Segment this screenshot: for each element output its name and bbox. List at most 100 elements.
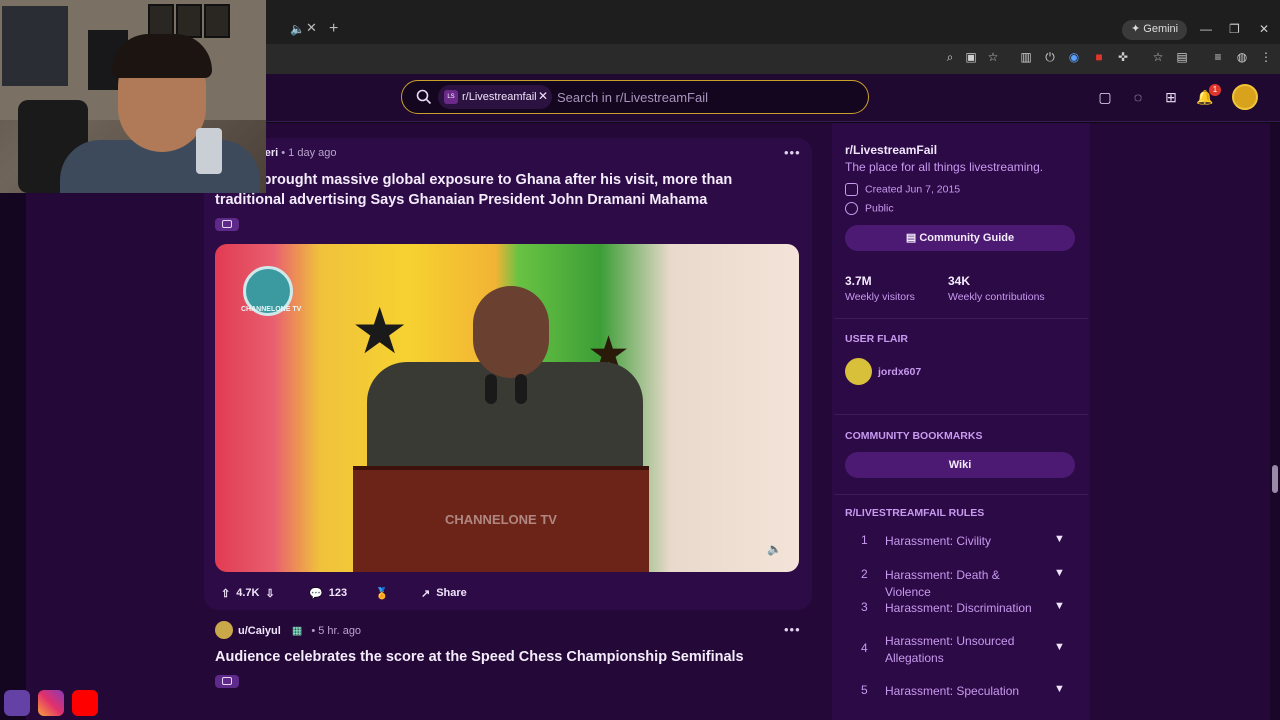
page-scrollbar[interactable] [1270,123,1280,720]
globe-icon [845,202,858,215]
user-flair-icon: ▦ [291,625,303,637]
divider [834,494,1088,495]
search-placeholder: Search in r/LivestreamFail [557,90,708,105]
close-window-icon[interactable]: ✕ [1259,22,1269,36]
chevron-down-icon[interactable]: ▼ [1054,641,1065,653]
webcam-overlay [0,0,266,193]
share-button[interactable]: ↗ Share [421,580,467,606]
community-guide-button[interactable]: ▤ Community Guide [845,225,1075,251]
volume-icon[interactable]: 🔈 [767,542,785,556]
subreddit-chip-label: r/Livestreamfail [462,91,537,103]
create-post-icon[interactable]: ⊞ [1162,88,1180,106]
bookmarks-heading: COMMUNITY BOOKMARKS [845,430,983,442]
twitch-icon [4,690,30,716]
microphone [485,374,497,404]
comment-icon: 💬 [309,587,323,600]
chevron-down-icon[interactable]: ▼ [1054,683,1065,695]
rule-text: Harassment: Speculation [885,684,1020,698]
twitch-icon [222,220,232,228]
notification-badge: 1 [1209,84,1221,96]
chevron-down-icon[interactable]: ▼ [1054,567,1065,579]
user-flair-name[interactable]: jordx607 [878,366,921,378]
rule-number: 2 [861,567,868,581]
post-options-icon[interactable]: ••• [784,145,801,160]
cast-icon[interactable]: ▣ [964,50,978,64]
guide-icon: ▤ [905,232,917,244]
new-tab-button[interactable]: + [329,20,338,38]
award-icon: 🏅 [375,587,389,600]
minimize-icon[interactable]: — [1200,22,1212,36]
advertise-icon[interactable]: ▢ [1096,88,1114,106]
zoom-icon[interactable]: ⌕ [943,50,957,64]
wiki-button[interactable]: Wiki [845,452,1075,478]
post-options-icon[interactable]: ••• [784,622,801,637]
webcam-frame [148,4,174,38]
rule-text: Harassment: Discrimination [885,601,1032,615]
chevron-down-icon[interactable]: ▼ [1054,533,1065,545]
power-icon[interactable]: ⏻ [1043,50,1057,64]
video-player[interactable]: ★ ★ CHANNELONE TV CHANNELONE TV 🔈 [215,244,799,572]
weekly-contributions-value: 34K [948,274,971,288]
rule-text: Harassment: Death & Violence [885,568,1000,599]
user-avatar[interactable] [1232,84,1258,110]
downvote-icon[interactable]: ⇩ [265,587,274,600]
sidepanel-icon[interactable]: ▤ [1175,50,1189,64]
restore-icon[interactable]: ❐ [1229,22,1240,36]
post-time: • 5 hr. ago [311,625,362,637]
rule-item[interactable]: 4 Harassment: Unsourced Allegations ▼ [845,633,1075,667]
subreddit-search-chip[interactable]: LS r/Livestreamfail ✕ [438,85,552,109]
post-title[interactable]: Audience celebrates the score at the Spe… [215,647,795,667]
post-title[interactable]: Speed brought massive global exposure to… [215,170,795,210]
created-date-text: Created Jun 7, 2015 [865,183,961,196]
browser-tab[interactable]: 🔈 ✕ [266,14,324,44]
menu-icon[interactable]: ⋮ [1259,50,1273,64]
award-button[interactable]: 🏅 [375,580,389,606]
rule-text: Harassment: Unsourced Allegations [885,634,1015,665]
speaker-icon[interactable]: 🔈 [290,22,305,36]
post-author[interactable]: u/Caiyul [238,625,281,637]
search-input[interactable]: LS r/Livestreamfail ✕ Search in r/Livest… [401,80,869,114]
bookmark-star-icon[interactable]: ☆ [986,50,1000,64]
puzzle-icon[interactable]: ✜ [1116,50,1130,64]
youtube-icon [72,690,98,716]
rules-heading: R/LIVESTREAMFAIL RULES [845,507,985,519]
extension-icon[interactable]: ▥ [1019,50,1033,64]
chevron-down-icon[interactable]: ▼ [1054,600,1065,612]
weekly-visitors-label: Weekly visitors [845,291,915,303]
profile-icon[interactable]: ◍ [1235,50,1249,64]
rule-number: 5 [861,683,868,697]
rule-number: 3 [861,600,868,614]
post-time: • 1 day ago [281,147,337,159]
vote-count: 4.7K [236,587,260,599]
scrollbar-thumb[interactable] [1272,465,1278,493]
visibility-text: Public [865,202,894,215]
post-meta: geri • 1 day ago [258,147,336,159]
media-icon[interactable]: ≡ [1211,50,1225,64]
rule-number: 4 [861,641,868,655]
twitch-flair [215,675,239,688]
extension-red-icon[interactable]: ■ [1092,50,1106,64]
flag-star-icon: ★ [351,295,409,367]
upvote-icon[interactable]: ⇧ [221,587,230,600]
gemini-button[interactable]: ✦ Gemini [1122,20,1188,40]
speaker-figure [367,362,643,472]
flair-avatar[interactable] [845,358,872,385]
chip-close-icon[interactable]: ✕ [538,89,548,103]
extension-blue-icon[interactable]: ◉ [1067,50,1081,64]
tab-close-icon[interactable]: ✕ [306,20,317,36]
webcam-frame [176,4,202,38]
twitch-flair [215,218,239,231]
community-description: The place for all things livestreaming. [845,160,1044,174]
rule-number: 1 [861,533,868,547]
rule-text: Harassment: Civility [885,534,992,548]
bookmarks-icon[interactable]: ☆ [1151,50,1165,64]
instagram-icon [38,690,64,716]
author-avatar[interactable] [215,621,233,639]
microphone [515,374,527,404]
twitch-icon [222,677,232,685]
divider [834,318,1088,319]
share-icon: ↗ [421,587,431,600]
user-flair-heading: USER FLAIR [845,333,908,345]
comments-button[interactable]: 💬 123 [309,580,347,606]
chat-icon[interactable]: ◌ [1129,88,1147,106]
